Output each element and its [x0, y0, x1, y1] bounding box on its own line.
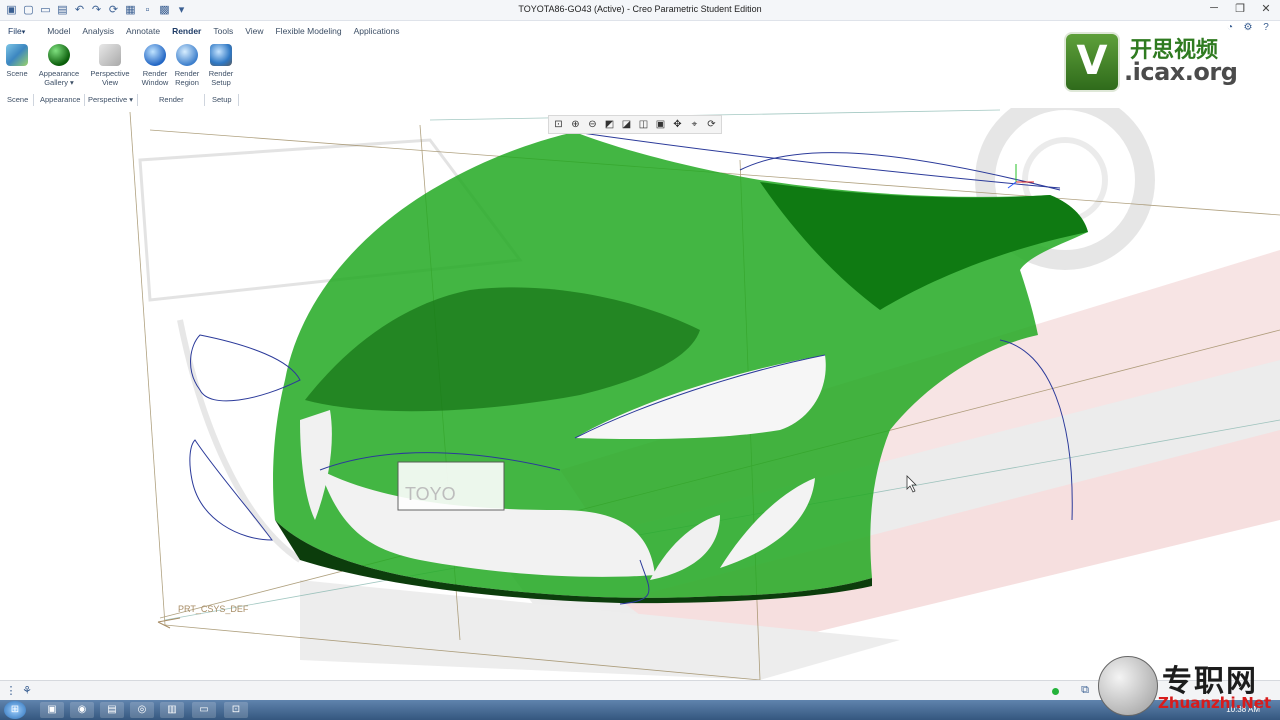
group-divider: [204, 94, 205, 106]
display-style-icon[interactable]: ▣: [653, 117, 668, 132]
group-divider: [137, 94, 138, 106]
datum-display-icon[interactable]: ⌖: [687, 117, 702, 132]
graphics-toolbar: ⊡ ⊕ ⊖ ◩ ◪ ◫ ▣ ✥ ⌖ ⟳: [548, 115, 722, 134]
zoom-out-icon[interactable]: ⊖: [585, 117, 600, 132]
perspective-view-label: Perspective View: [90, 69, 130, 87]
window-controls: ─ ❐ ✕: [1206, 2, 1274, 16]
render-region-button[interactable]: Render Region: [172, 44, 202, 87]
render-setup-button[interactable]: Render Setup: [206, 44, 236, 87]
render-setup-icon: [210, 44, 232, 66]
perspective-view-button[interactable]: Perspective View: [88, 44, 132, 87]
appearance-gallery-icon: [48, 44, 70, 66]
group-divider: [33, 94, 34, 106]
group-render: Render: [159, 95, 184, 104]
icax-logo: V: [1064, 32, 1120, 92]
icax-site: .icax.org: [1124, 58, 1238, 86]
zhuanzhi-logo: [1098, 656, 1158, 716]
group-divider: [84, 94, 85, 106]
taskbar-app-icon[interactable]: ▥: [160, 702, 184, 718]
perspective-view-icon: [99, 44, 121, 66]
appearance-gallery-button[interactable]: Appearance Gallery ▾: [36, 44, 82, 87]
render-region-label: Render Region: [174, 69, 200, 87]
taskbar-app-icon[interactable]: ◉: [70, 702, 94, 718]
tab-view[interactable]: View: [241, 24, 271, 40]
zhuanzhi-en: Zhuanzhi.Net: [1158, 694, 1272, 712]
refit-icon[interactable]: ⊡: [551, 117, 566, 132]
group-divider: [238, 94, 239, 106]
tab-analysis[interactable]: Analysis: [78, 24, 122, 40]
render-region-icon: [176, 44, 198, 66]
graphics-window[interactable]: TOYO: [0, 108, 1280, 680]
render-window-button[interactable]: Render Window: [140, 44, 170, 87]
tab-annotate[interactable]: Annotate: [122, 24, 168, 40]
tab-render[interactable]: Render: [168, 24, 209, 40]
minimize-icon[interactable]: ─: [1206, 2, 1222, 16]
model-viewport: TOYO: [129, 108, 1280, 680]
smart-filter-icon[interactable]: ⧉: [1078, 684, 1092, 698]
start-button[interactable]: ⊞: [4, 701, 26, 719]
taskbar-app-icon[interactable]: ▣: [40, 702, 64, 718]
taskbar-app-icon[interactable]: ▤: [100, 702, 124, 718]
render-window-label: Render Window: [141, 69, 169, 87]
render-setup-label: Render Setup: [208, 69, 234, 87]
window-title: TOYOTA86-GO43 (Active) - Creo Parametric…: [518, 4, 762, 14]
spin-center-icon[interactable]: ⟳: [704, 117, 719, 132]
group-setup: Setup: [212, 95, 232, 104]
model-tree-toggle-icon[interactable]: ⋮: [4, 684, 18, 698]
zoom-in-icon[interactable]: ⊕: [568, 117, 583, 132]
zhuanzhi-watermark: 专职网 Zhuanzhi.Net: [1098, 654, 1280, 720]
license-plate-text: TOYO: [405, 484, 456, 504]
appearance-gallery-label: Appearance Gallery ▾: [38, 69, 80, 87]
group-appearance: Appearance: [40, 95, 81, 104]
folder-icon[interactable]: ▭: [192, 702, 216, 718]
group-scene: Scene: [7, 95, 29, 104]
reorient-icon[interactable]: ◪: [619, 117, 634, 132]
render-window-icon: [144, 44, 166, 66]
saved-orientations-icon[interactable]: ◫: [636, 117, 651, 132]
creo-taskbar-icon[interactable]: ⊡: [224, 702, 248, 718]
repaint-icon[interactable]: ◩: [602, 117, 617, 132]
tab-flexible-modeling[interactable]: Flexible Modeling: [271, 24, 349, 40]
tab-file[interactable]: File▾: [4, 24, 33, 40]
restore-icon[interactable]: ❐: [1232, 2, 1248, 16]
tab-tools[interactable]: Tools: [209, 24, 241, 40]
csys-marker-icon: [157, 617, 181, 629]
os-taskbar: ⊞ ▣ ◉ ▤ ◎ ▥ ▭ ⊡ 10:38 AM: [0, 700, 1280, 720]
regen-status-icon: [1052, 688, 1059, 695]
browser-toggle-icon[interactable]: ⚘: [20, 684, 34, 698]
view-manager-icon[interactable]: ✥: [670, 117, 685, 132]
ribbon-group-labels: Scene Appearance Perspective ▾ Render Se…: [0, 95, 400, 107]
scene-icon: [6, 44, 28, 66]
title-bar: ▣ ▢ ▭ ▤ ↶ ↷ ⟳ ▦ ▫ ▩ ▾ TOYOTA86-GO43 (Act…: [0, 0, 1280, 21]
status-bar: ⋮ ⚘ ⧉: [0, 680, 1280, 701]
scene-button[interactable]: Scene: [4, 44, 30, 78]
csys-label: PRT_CSYS_DEF: [178, 604, 249, 614]
tab-applications[interactable]: Applications: [350, 24, 408, 40]
tab-model[interactable]: Model: [33, 24, 78, 40]
chrome-icon[interactable]: ◎: [130, 702, 154, 718]
icax-watermark: V 开思视频 .icax.org: [1064, 32, 1264, 92]
scene-label: Scene: [6, 69, 28, 78]
group-perspective[interactable]: Perspective ▾: [88, 95, 133, 104]
close-icon[interactable]: ✕: [1258, 2, 1274, 16]
